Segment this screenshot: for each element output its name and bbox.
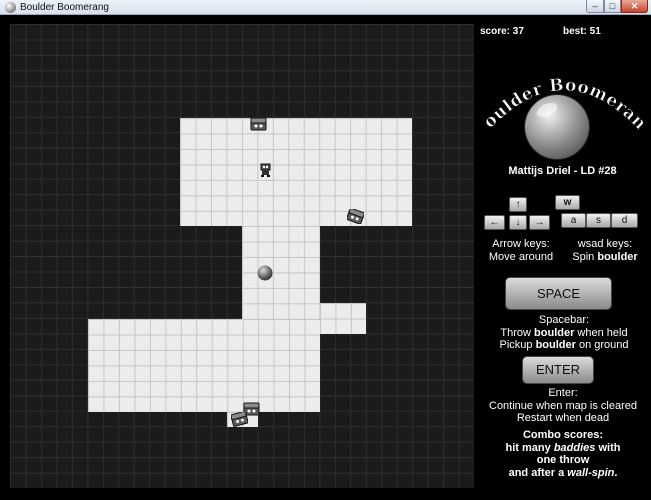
key-w: w	[555, 195, 580, 210]
window-title: Boulder Boomerang	[20, 2, 109, 13]
floor-region	[88, 319, 320, 412]
key-a: a	[561, 213, 586, 228]
space-help-line2: Pickup boulder on ground	[478, 339, 650, 352]
key-down: ↓	[509, 215, 527, 230]
arrow-keys-text: Move around	[488, 250, 554, 263]
player-icon	[260, 163, 271, 177]
combo-line3-bold: wall-spin	[567, 466, 615, 479]
enter-help-title: Enter:	[548, 387, 578, 399]
key-s: s	[586, 213, 611, 228]
game-window: Boulder Boomerang – □ ✕ score: 37 best: …	[0, 0, 651, 500]
combo-line1: hit many baddies with	[478, 442, 648, 455]
combo-line1-prefix: hit many	[505, 441, 554, 454]
boulder-icon	[257, 265, 273, 281]
wsad-help-bold: boulder	[597, 250, 638, 263]
wsad-keys-help: wsad keys: Spin boulder	[560, 238, 650, 263]
enter-help-line2: Restart when dead	[516, 412, 610, 424]
combo-line3-prefix: and after a	[508, 466, 568, 479]
space-line1-bold: boulder	[534, 326, 575, 339]
author-credit: Mattijs Driel - LD #28	[508, 165, 617, 177]
app-icon	[5, 2, 16, 13]
enter-help-line1: Continue when map is cleared	[489, 399, 637, 412]
arrow-keys-help: Arrow keys: Move around	[478, 238, 564, 263]
enter-help: Enter: Continue when map is cleared Rest…	[476, 387, 650, 425]
close-button[interactable]: ✕	[621, 0, 648, 13]
wsad-help-prefix: Spin	[572, 250, 598, 263]
game-board[interactable]	[10, 24, 474, 488]
enter-key-button: ENTER	[522, 356, 594, 384]
arrow-keys-title: Arrow keys:	[492, 238, 550, 250]
combo-line3-suffix: .	[614, 466, 618, 479]
space-key-button: SPACE	[505, 277, 612, 310]
combo-line3: and after a wall-spin.	[478, 467, 648, 480]
combo-line1-bold: baddies	[553, 441, 596, 454]
combo-title: Combo scores:	[522, 429, 604, 441]
score-label: score: 37	[480, 26, 524, 37]
key-left: ←	[484, 215, 505, 230]
space-help: Spacebar: Throw boulder when held Pickup…	[478, 314, 650, 352]
chest-baddie-icon	[231, 412, 248, 427]
space-line1-suffix: when held	[574, 326, 628, 339]
chest-baddie-icon	[347, 209, 364, 224]
chest-baddie-icon	[250, 117, 267, 131]
maximize-button[interactable]: □	[604, 0, 621, 13]
floor-region	[180, 118, 412, 226]
space-line2-prefix: Pickup	[499, 339, 536, 351]
space-help-title: Spacebar:	[538, 314, 590, 326]
combo-line2: one throw	[536, 454, 590, 466]
space-line1-prefix: Throw	[500, 326, 535, 339]
floor-region	[242, 226, 320, 319]
wsad-keys-text: Spin boulder	[560, 251, 650, 264]
key-up: ↑	[509, 197, 527, 212]
combo-line1-suffix: with	[595, 441, 621, 454]
best-label: best: 51	[563, 26, 601, 37]
space-help-line1: Throw boulder when held	[478, 327, 650, 340]
minimize-button[interactable]: –	[586, 0, 604, 13]
space-line2-bold: boulder	[535, 339, 576, 351]
key-right: →	[529, 215, 550, 230]
key-d: d	[611, 213, 638, 228]
wsad-keys-title: wsad keys:	[577, 238, 633, 250]
space-line2-suffix: on ground	[575, 339, 629, 351]
title-bar: Boulder Boomerang – □ ✕	[0, 0, 651, 15]
floor-region	[320, 303, 366, 334]
combo-help: Combo scores: hit many baddies with one …	[478, 429, 648, 479]
